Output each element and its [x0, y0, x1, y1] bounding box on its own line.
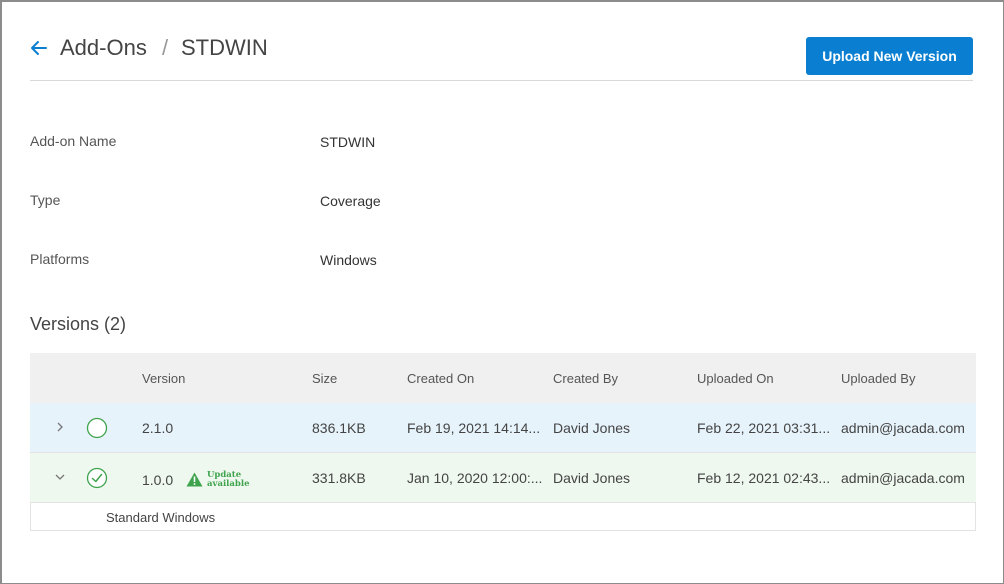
- version-cell: 1.0.0: [142, 472, 174, 488]
- warning-triangle-icon: [186, 472, 203, 487]
- uploaded-by-cell: admin@jacada.com: [841, 470, 965, 486]
- breadcrumb-separator: /: [162, 35, 169, 60]
- uploaded-by-cell: admin@jacada.com: [841, 420, 965, 436]
- page-header: Add-Ons / STDWIN Upload New Version: [30, 32, 973, 81]
- platforms-value: Windows: [320, 252, 377, 268]
- page-title: STDWIN: [181, 35, 268, 60]
- chevron-down-icon[interactable]: [54, 470, 66, 484]
- uploaded-on-cell: Feb 22, 2021 03:31...: [697, 420, 831, 436]
- column-header-uploaded-on[interactable]: Uploaded On: [697, 371, 774, 386]
- versions-title: Versions (2): [30, 314, 127, 334]
- column-header-version[interactable]: Version: [142, 371, 185, 386]
- table-row[interactable]: 2.1.0 836.1KB Feb 19, 2021 14:14... Davi…: [30, 403, 976, 453]
- table-header: Version Size Created On Created By Uploa…: [30, 353, 976, 403]
- arrow-left-icon[interactable]: [30, 40, 48, 56]
- version-cell: 2.1.0: [142, 420, 174, 436]
- addon-name-value: STDWIN: [320, 134, 376, 150]
- app-window: Add-Ons / STDWIN Upload New Version Add-…: [0, 0, 1004, 584]
- versions-table: Version Size Created On Created By Uploa…: [30, 353, 976, 531]
- addon-name-label: Add-on Name: [30, 133, 117, 149]
- created-by-cell: David Jones: [553, 420, 631, 436]
- row-detail-text: Standard Windows: [106, 510, 216, 525]
- size-cell: 331.8KB: [312, 470, 366, 486]
- column-header-created-by[interactable]: Created By: [553, 371, 618, 386]
- created-by-cell: David Jones: [553, 470, 631, 486]
- empty-circle-icon[interactable]: [86, 417, 108, 439]
- column-header-uploaded-by[interactable]: Uploaded By: [841, 371, 915, 386]
- column-header-size[interactable]: Size: [312, 371, 337, 386]
- created-on-cell: Jan 10, 2020 12:00:...: [407, 470, 543, 486]
- platforms-label: Platforms: [30, 251, 90, 267]
- expanded-row-detail: Standard Windows: [30, 503, 976, 531]
- chevron-right-icon[interactable]: [54, 420, 66, 434]
- column-header-created-on[interactable]: Created On: [407, 371, 474, 386]
- update-available-text: Update available: [207, 470, 250, 489]
- type-value: Coverage: [320, 193, 381, 209]
- table-row[interactable]: 1.0.0 Update available 331.8KB Jan 10, 2…: [30, 453, 976, 503]
- breadcrumb-parent[interactable]: Add-Ons: [60, 35, 147, 61]
- type-label: Type: [30, 192, 61, 208]
- check-circle-icon[interactable]: [86, 467, 108, 489]
- upload-new-version-button[interactable]: Upload New Version: [806, 37, 973, 75]
- created-on-cell: Feb 19, 2021 14:14...: [407, 420, 541, 436]
- uploaded-on-cell: Feb 12, 2021 02:43...: [697, 470, 831, 486]
- size-cell: 836.1KB: [312, 420, 366, 436]
